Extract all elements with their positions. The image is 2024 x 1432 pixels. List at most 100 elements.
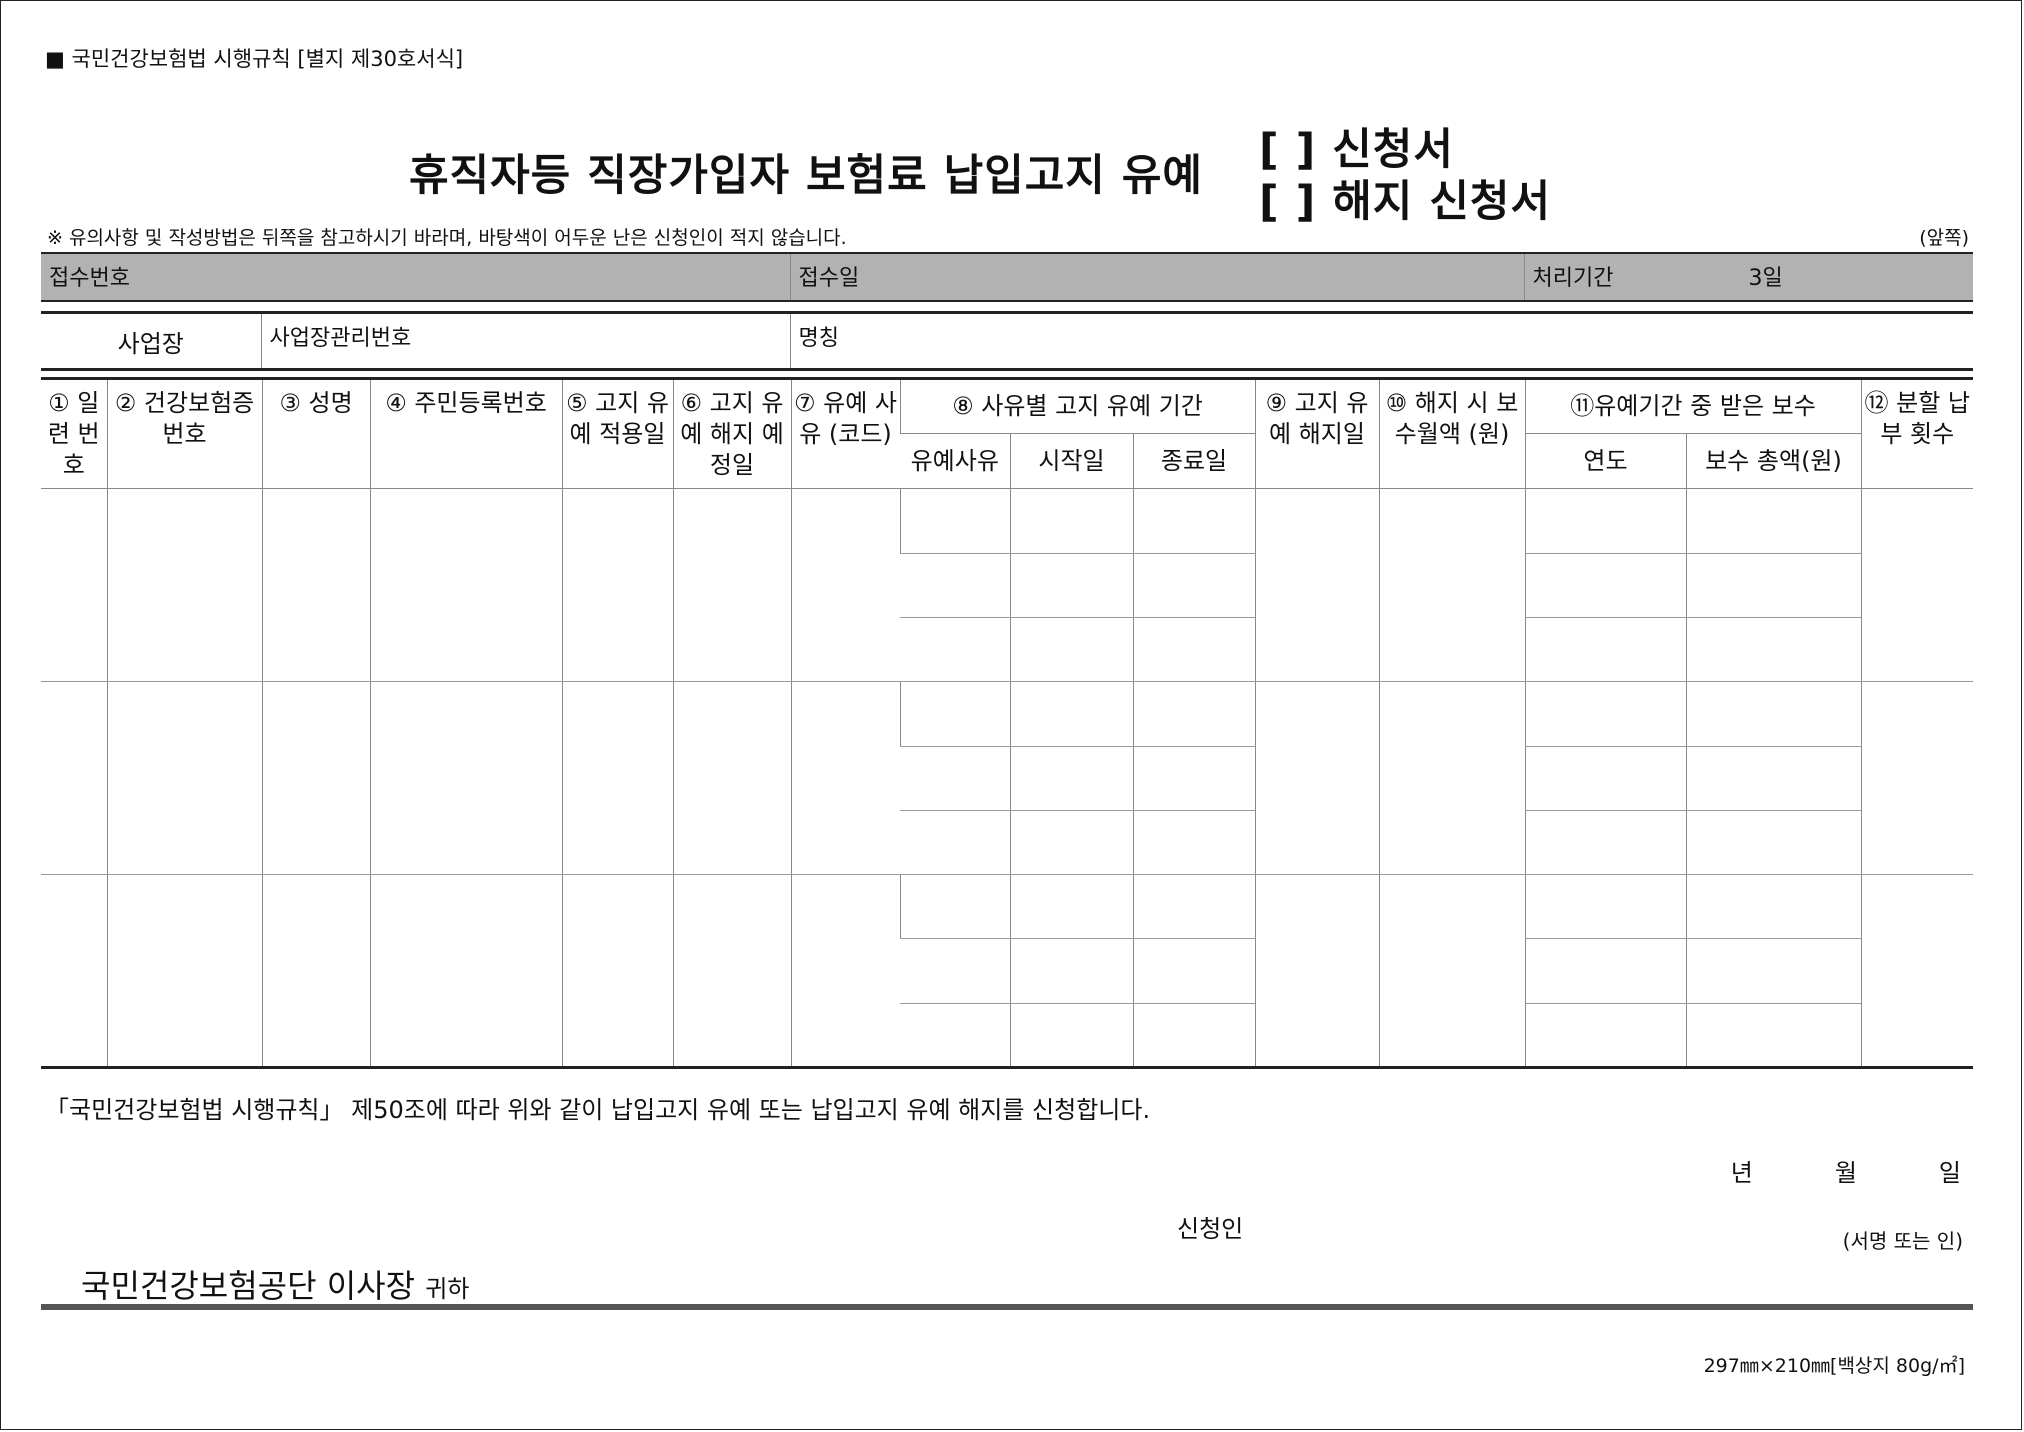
table-cell[interactable] [900,746,1010,811]
table-cell[interactable] [106,681,262,876]
table-cell[interactable] [1009,810,1133,876]
table-cell[interactable] [899,488,1010,554]
table-cell[interactable] [1132,938,1255,1004]
receipt-date-field[interactable]: 접수일 [789,253,1524,301]
table-cell[interactable] [1378,488,1525,683]
table-cell[interactable] [1009,874,1133,940]
table-cell[interactable] [1860,681,1974,876]
table-cell[interactable] [1524,681,1686,747]
table-cell[interactable] [900,1003,1010,1067]
table-cell[interactable] [790,488,900,683]
date-day-label: 일 [1938,1159,1961,1187]
table-cell[interactable] [672,488,791,683]
table-cell[interactable] [1685,874,1862,940]
table-cell[interactable] [1009,938,1133,1004]
table-cell[interactable] [1132,874,1255,940]
table-cell[interactable] [1524,1003,1686,1068]
table-cell[interactable] [41,681,107,876]
table-cell[interactable] [1685,681,1862,747]
table-cell[interactable] [106,488,262,683]
form-title: 휴직자등 직장가입자 보험료 납입고지 유예 [409,151,1203,201]
table-cell[interactable] [41,874,107,1068]
table-cell[interactable] [790,874,900,1068]
table-cell[interactable] [900,938,1010,1004]
table-cell[interactable] [1009,617,1133,683]
table-cell[interactable] [1524,488,1686,554]
table-cell[interactable] [900,553,1010,619]
col-insurance-card-number: ② 건강보험증 번호 [106,378,262,490]
col-serial-number: ① 일련 번호 [41,378,107,490]
table-cell[interactable] [1685,488,1862,554]
table-cell[interactable] [561,488,673,683]
table-cell[interactable] [1524,553,1686,619]
table-cell[interactable] [1132,1003,1255,1068]
table-cell[interactable] [1132,810,1255,876]
table-cell[interactable] [1132,746,1255,811]
date-year-label: 년 [1730,1159,1753,1187]
table-cell[interactable] [261,488,370,683]
table-cell[interactable] [790,681,900,876]
table-cell[interactable] [1524,938,1686,1004]
table-cell[interactable] [1685,553,1862,619]
table-cell[interactable] [1524,746,1686,811]
table-cell[interactable] [1685,746,1862,811]
table-cell[interactable] [261,874,370,1068]
table-cell[interactable] [41,488,107,683]
business-section: 사업장 사업장관리번호 명칭 [41,311,1973,371]
receipt-number-field[interactable]: 접수번호 [41,253,790,301]
table-cell[interactable] [1524,810,1686,876]
table-cell[interactable] [899,681,1010,747]
table-cell[interactable] [900,810,1010,876]
table-cell[interactable] [1685,938,1862,1004]
table-cell[interactable] [1132,553,1255,619]
table-cell[interactable] [1378,681,1525,876]
table-cell[interactable] [106,874,262,1068]
table-cell[interactable] [1685,1003,1862,1068]
business-name-field[interactable]: 명칭 [789,312,1973,370]
table-cell[interactable] [1685,810,1862,876]
table-cell[interactable] [1009,746,1133,811]
table-cell[interactable] [369,681,562,876]
table-cell[interactable] [1132,488,1255,554]
table-cell[interactable] [1860,488,1974,683]
table-cell[interactable] [1009,681,1133,747]
col-resident-number: ④ 주민등록번호 [369,378,562,490]
table-cell[interactable] [1860,874,1974,1068]
table-cell[interactable] [1009,488,1133,554]
business-id-field[interactable]: 사업장관리번호 [260,312,790,370]
table-cell[interactable] [672,874,791,1068]
col-start-date: 시작일 [1009,433,1133,490]
table-cell[interactable] [561,874,673,1068]
date-line[interactable]: 년월일 [1649,1153,1961,1188]
table-cell[interactable] [899,874,1010,940]
table-cell[interactable] [1254,874,1379,1068]
table-cell[interactable] [561,681,673,876]
addressee: 국민건강보험공단 이사장 귀하 [81,1261,469,1307]
table-cell[interactable] [1524,617,1686,683]
table-cell[interactable] [1378,874,1525,1068]
table-cell[interactable] [1009,553,1133,619]
col-cancel-date: ⑨ 고지 유예 해지일 [1254,378,1379,490]
table-cell[interactable] [1132,681,1255,747]
option-cancel[interactable]: [ ] 해지 신청서 [1259,167,1551,229]
table-cell[interactable] [672,681,791,876]
table-cell[interactable] [900,617,1010,683]
table-cell[interactable] [1524,874,1686,940]
table-cell[interactable] [369,874,562,1068]
table-cell[interactable] [1009,1003,1133,1068]
col-name: ③ 성명 [261,378,370,490]
col-reason: 유예사유 [900,433,1010,490]
col-deferral-period: ⑧ 사유별 고지 유예 기간 [899,378,1255,435]
table-cell[interactable] [1254,488,1379,683]
table-cell[interactable] [261,681,370,876]
processing-period-value: 3일 [1748,266,1783,291]
declaration-text: 「국민건강보험법 시행규칙」 제50조에 따라 위와 같이 납입고지 유예 또는… [45,1096,1151,1124]
table-cell[interactable] [1254,681,1379,876]
table-cell[interactable] [369,488,562,683]
form-page: ■ 국민건강보험법 시행규칙 [별지 제30호서식] 휴직자등 직장가입자 보험… [0,0,2022,1430]
table-cell[interactable] [1132,617,1255,683]
table-cell[interactable] [1685,617,1862,683]
col-monthly-pay: ⑩ 해지 시 보수월액 (원) [1378,378,1525,490]
col-installments: ⑫ 분할 납부 횟수 [1860,378,1974,490]
col-year: 연도 [1524,433,1686,490]
